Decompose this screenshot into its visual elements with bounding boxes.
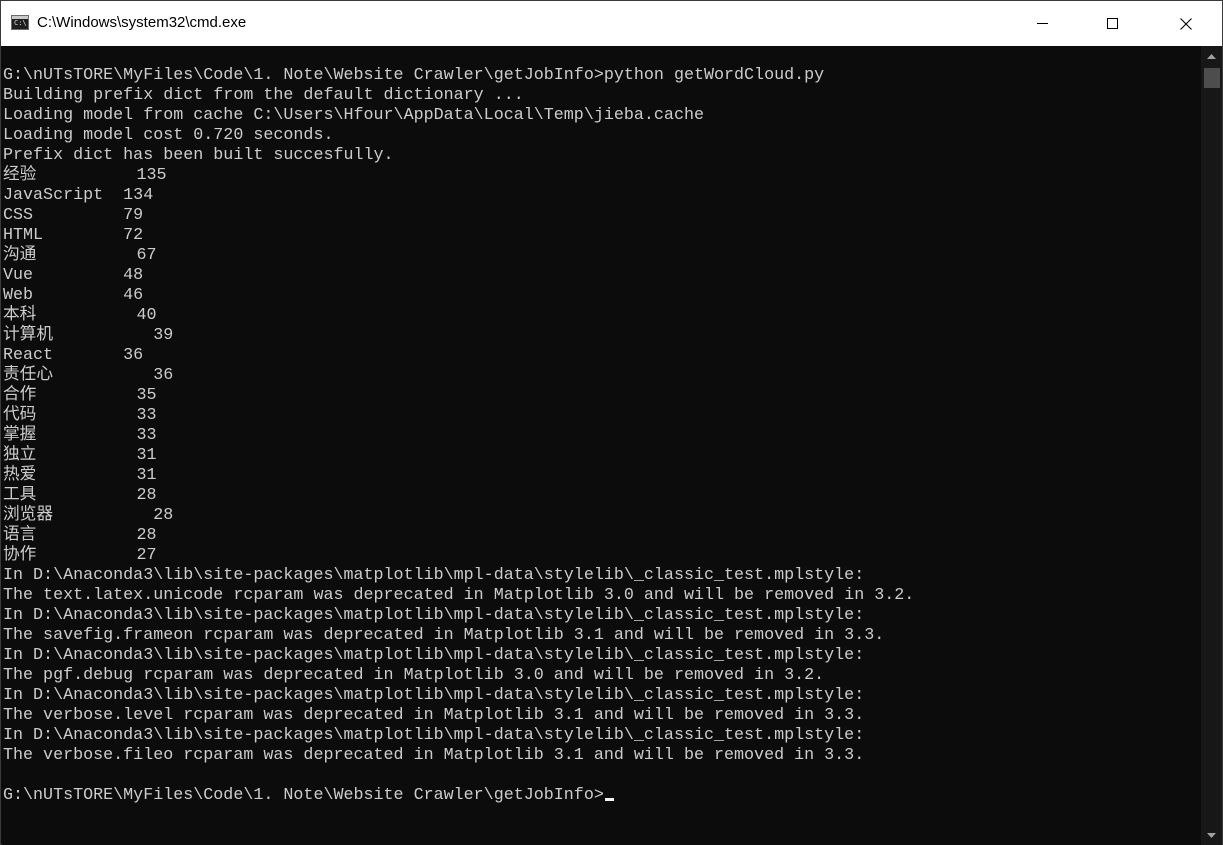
- word-count-line: JavaScript 134: [3, 186, 154, 205]
- word-count-line: Vue 48: [3, 266, 144, 285]
- word-count-line: 计算机 39: [3, 326, 174, 345]
- prompt-line[interactable]: G:\nUTsTORE\MyFiles\Code\1. Note\Website…: [3, 786, 914, 806]
- word-count-line: CSS 79: [3, 206, 144, 225]
- word-count-line: 责任心 36: [3, 366, 174, 385]
- warning-line: In D:\Anaconda3\lib\site-packages\matplo…: [3, 606, 865, 625]
- close-button[interactable]: [1163, 1, 1209, 46]
- word-count-line: 本科 40: [3, 306, 157, 325]
- command-prompt: G:\nUTsTORE\MyFiles\Code\1. Note\Website…: [3, 786, 604, 805]
- word-count-line: 代码 33: [3, 406, 157, 425]
- scroll-down-arrow-icon: [1207, 832, 1216, 838]
- warning-line: The pgf.debug rcparam was deprecated in …: [3, 666, 825, 685]
- text-cursor: [604, 798, 614, 801]
- minimize-icon: [1036, 23, 1048, 24]
- warning-line: The verbose.fileo rcparam was deprecated…: [3, 746, 865, 765]
- warning-line: In D:\Anaconda3\lib\site-packages\matplo…: [3, 726, 865, 745]
- word-count-line: 掌握 33: [3, 426, 157, 445]
- scroll-down-button[interactable]: [1201, 825, 1222, 845]
- scroll-thumb[interactable]: [1204, 68, 1220, 88]
- title-bar[interactable]: C:\ C:\Windows\system32\cmd.exe: [1, 1, 1222, 46]
- maximize-button[interactable]: [1089, 1, 1135, 46]
- console-lines: G:\nUTsTORE\MyFiles\Code\1. Note\Website…: [3, 66, 914, 806]
- scroll-up-button[interactable]: [1201, 46, 1222, 66]
- word-count-line: HTML 72: [3, 226, 144, 245]
- warning-line: In D:\Anaconda3\lib\site-packages\matplo…: [3, 686, 865, 705]
- maximize-icon: [1106, 18, 1118, 29]
- word-count-line: 合作 35: [3, 386, 157, 405]
- warning-line: The savefig.frameon rcparam was deprecat…: [3, 626, 885, 645]
- console-line: Prefix dict has been built succesfully.: [3, 146, 394, 165]
- word-count-line: 浏览器 28: [3, 506, 174, 525]
- cmd-window: C:\ C:\Windows\system32\cmd.exe G:\nUTsT…: [0, 0, 1223, 845]
- window-title: C:\Windows\system32\cmd.exe: [37, 14, 247, 31]
- word-count-line: Web 46: [3, 286, 144, 305]
- word-count-line: 经验 135: [3, 166, 167, 185]
- console-icon-glyph: C:\: [14, 19, 27, 27]
- console-line: Building prefix dict from the default di…: [3, 86, 524, 105]
- word-count-line: 语言 28: [3, 526, 157, 545]
- minimize-button[interactable]: [1019, 1, 1065, 46]
- console-line: G:\nUTsTORE\MyFiles\Code\1. Note\Website…: [3, 66, 825, 85]
- word-count-line: React 36: [3, 346, 144, 365]
- close-icon: [1180, 17, 1192, 30]
- console-line: Loading model cost 0.720 seconds.: [3, 126, 334, 145]
- word-count-line: 沟通 67: [3, 246, 157, 265]
- warning-line: In D:\Anaconda3\lib\site-packages\matplo…: [3, 646, 865, 665]
- word-count-line: 热爱 31: [3, 466, 157, 485]
- console-icon[interactable]: C:\: [11, 15, 29, 30]
- word-count-line: 工具 28: [3, 486, 157, 505]
- console-output[interactable]: G:\nUTsTORE\MyFiles\Code\1. Note\Website…: [2, 46, 1201, 845]
- warning-line: The text.latex.unicode rcparam was depre…: [3, 586, 915, 605]
- word-count-line: 独立 31: [3, 446, 157, 465]
- scroll-up-arrow-icon: [1207, 53, 1216, 59]
- warning-line: In D:\Anaconda3\lib\site-packages\matplo…: [3, 566, 865, 585]
- warning-line: The verbose.level rcparam was deprecated…: [3, 706, 865, 725]
- word-count-line: 协作 27: [3, 546, 157, 565]
- console-line: Loading model from cache C:\Users\Hfour\…: [3, 106, 704, 125]
- vertical-scrollbar[interactable]: [1201, 46, 1222, 845]
